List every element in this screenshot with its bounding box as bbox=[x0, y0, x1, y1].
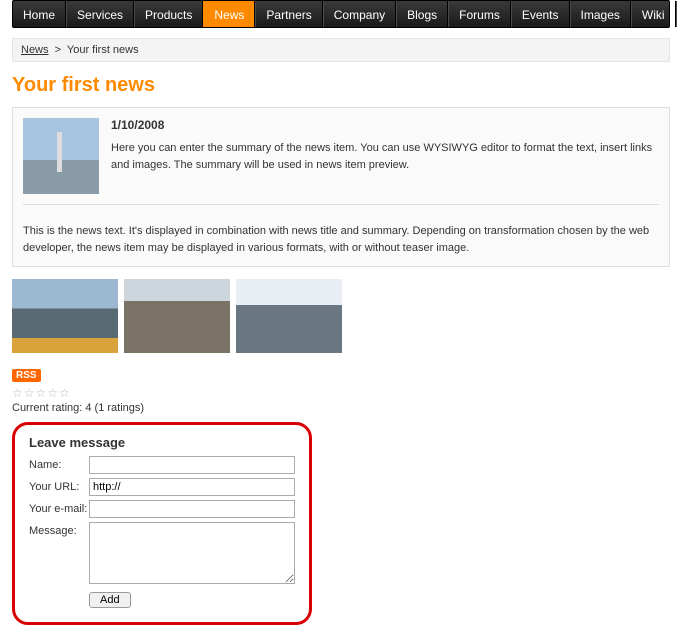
rating-stars[interactable]: ☆☆☆☆☆ bbox=[12, 386, 670, 400]
message-field[interactable] bbox=[89, 522, 295, 584]
nav-item-partners[interactable]: Partners bbox=[255, 1, 322, 27]
email-field[interactable] bbox=[89, 500, 295, 518]
news-box: 1/10/2008 Here you can enter the summary… bbox=[12, 107, 670, 267]
news-gallery bbox=[12, 279, 670, 353]
nav-item-home[interactable]: Home bbox=[13, 1, 66, 27]
breadcrumb-current: Your first news bbox=[67, 44, 139, 56]
add-button[interactable]: Add bbox=[89, 592, 131, 608]
nav-item-examples[interactable]: Examples bbox=[676, 1, 682, 27]
nav-item-products[interactable]: Products bbox=[134, 1, 203, 27]
news-body-text: This is the news text. It's displayed in… bbox=[23, 204, 659, 256]
url-field[interactable] bbox=[89, 478, 295, 496]
top-nav: HomeServicesProductsNewsPartnersCompanyB… bbox=[12, 0, 670, 28]
nav-item-services[interactable]: Services bbox=[66, 1, 134, 27]
gallery-thumb[interactable] bbox=[12, 279, 118, 353]
breadcrumb-root-link[interactable]: News bbox=[21, 44, 49, 56]
name-label: Name: bbox=[29, 456, 89, 471]
rating-text: Current rating: 4 (1 ratings) bbox=[12, 402, 670, 414]
nav-item-images[interactable]: Images bbox=[570, 1, 631, 27]
page-title: Your first news bbox=[12, 74, 670, 97]
form-title: Leave message bbox=[29, 435, 295, 450]
leave-message-form: Leave message Name: Your URL: Your e-mai… bbox=[12, 422, 312, 625]
nav-item-wiki[interactable]: Wiki bbox=[631, 1, 676, 27]
nav-item-company[interactable]: Company bbox=[323, 1, 396, 27]
url-label: Your URL: bbox=[29, 478, 89, 493]
nav-item-events[interactable]: Events bbox=[511, 1, 570, 27]
news-teaser-image bbox=[23, 118, 99, 194]
gallery-thumb[interactable] bbox=[236, 279, 342, 353]
nav-item-forums[interactable]: Forums bbox=[448, 1, 511, 27]
breadcrumb-separator: > bbox=[55, 44, 61, 56]
email-label: Your e-mail: bbox=[29, 500, 89, 515]
news-date: 1/10/2008 bbox=[111, 118, 659, 132]
nav-item-news[interactable]: News bbox=[203, 1, 255, 27]
nav-item-blogs[interactable]: Blogs bbox=[396, 1, 448, 27]
gallery-thumb[interactable] bbox=[124, 279, 230, 353]
news-summary: Here you can enter the summary of the ne… bbox=[111, 140, 659, 173]
rss-badge[interactable]: RSS bbox=[12, 369, 41, 382]
breadcrumb: News > Your first news bbox=[12, 38, 670, 62]
message-label: Message: bbox=[29, 522, 89, 537]
name-field[interactable] bbox=[89, 456, 295, 474]
